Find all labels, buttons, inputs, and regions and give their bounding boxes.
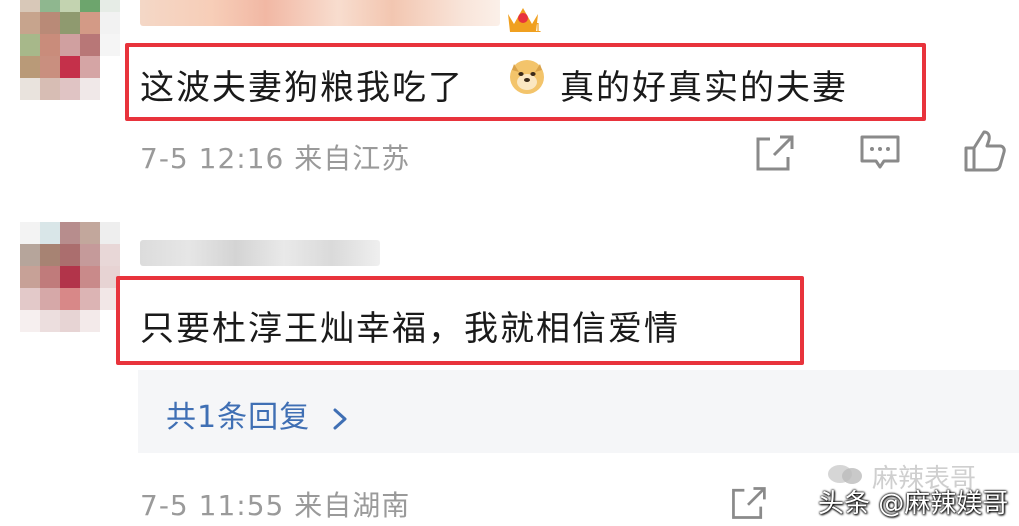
like-icon[interactable] [962,128,1008,174]
share-icon[interactable] [728,483,768,523]
comment-text-part: 这波夫妻狗粮我吃了 [140,68,464,108]
avatar[interactable] [20,222,120,332]
comment-date: 7-5 12:16 [140,142,285,175]
svg-text:1: 1 [534,21,542,34]
comment-text: 这波夫妻狗粮我吃了 [140,60,464,109]
doge-emoji-icon [510,60,544,94]
comment-timestamp: 7-5 11:55 来自湖南 [140,484,410,524]
comment-timestamp: 7-5 12:16 来自江苏 [140,137,410,177]
comment-text: 只要杜淳王灿幸福，我就相信爱情 [140,309,680,349]
chevron-right-icon [333,408,347,429]
comment-location: 来自江苏 [294,142,411,175]
avatar[interactable] [20,0,120,100]
view-replies-link[interactable]: 共1条回复 [166,392,349,436]
username-blurred[interactable] [140,240,380,266]
comment-date: 7-5 11:55 [140,489,285,522]
comment-location: 来自湖南 [294,489,411,522]
crown-badge-icon: 1 [508,8,542,34]
comment-icon[interactable] [858,133,902,173]
watermark: 头条 @麻辣媄哥 [818,489,1009,519]
view-replies-label: 共1条回复 [166,400,311,435]
username-blurred[interactable] [140,0,500,26]
share-icon[interactable] [752,133,796,173]
comment-text: 真的好真实的夫妻 [560,60,848,109]
comment-text-part: 真的好真实的夫妻 [560,68,848,108]
